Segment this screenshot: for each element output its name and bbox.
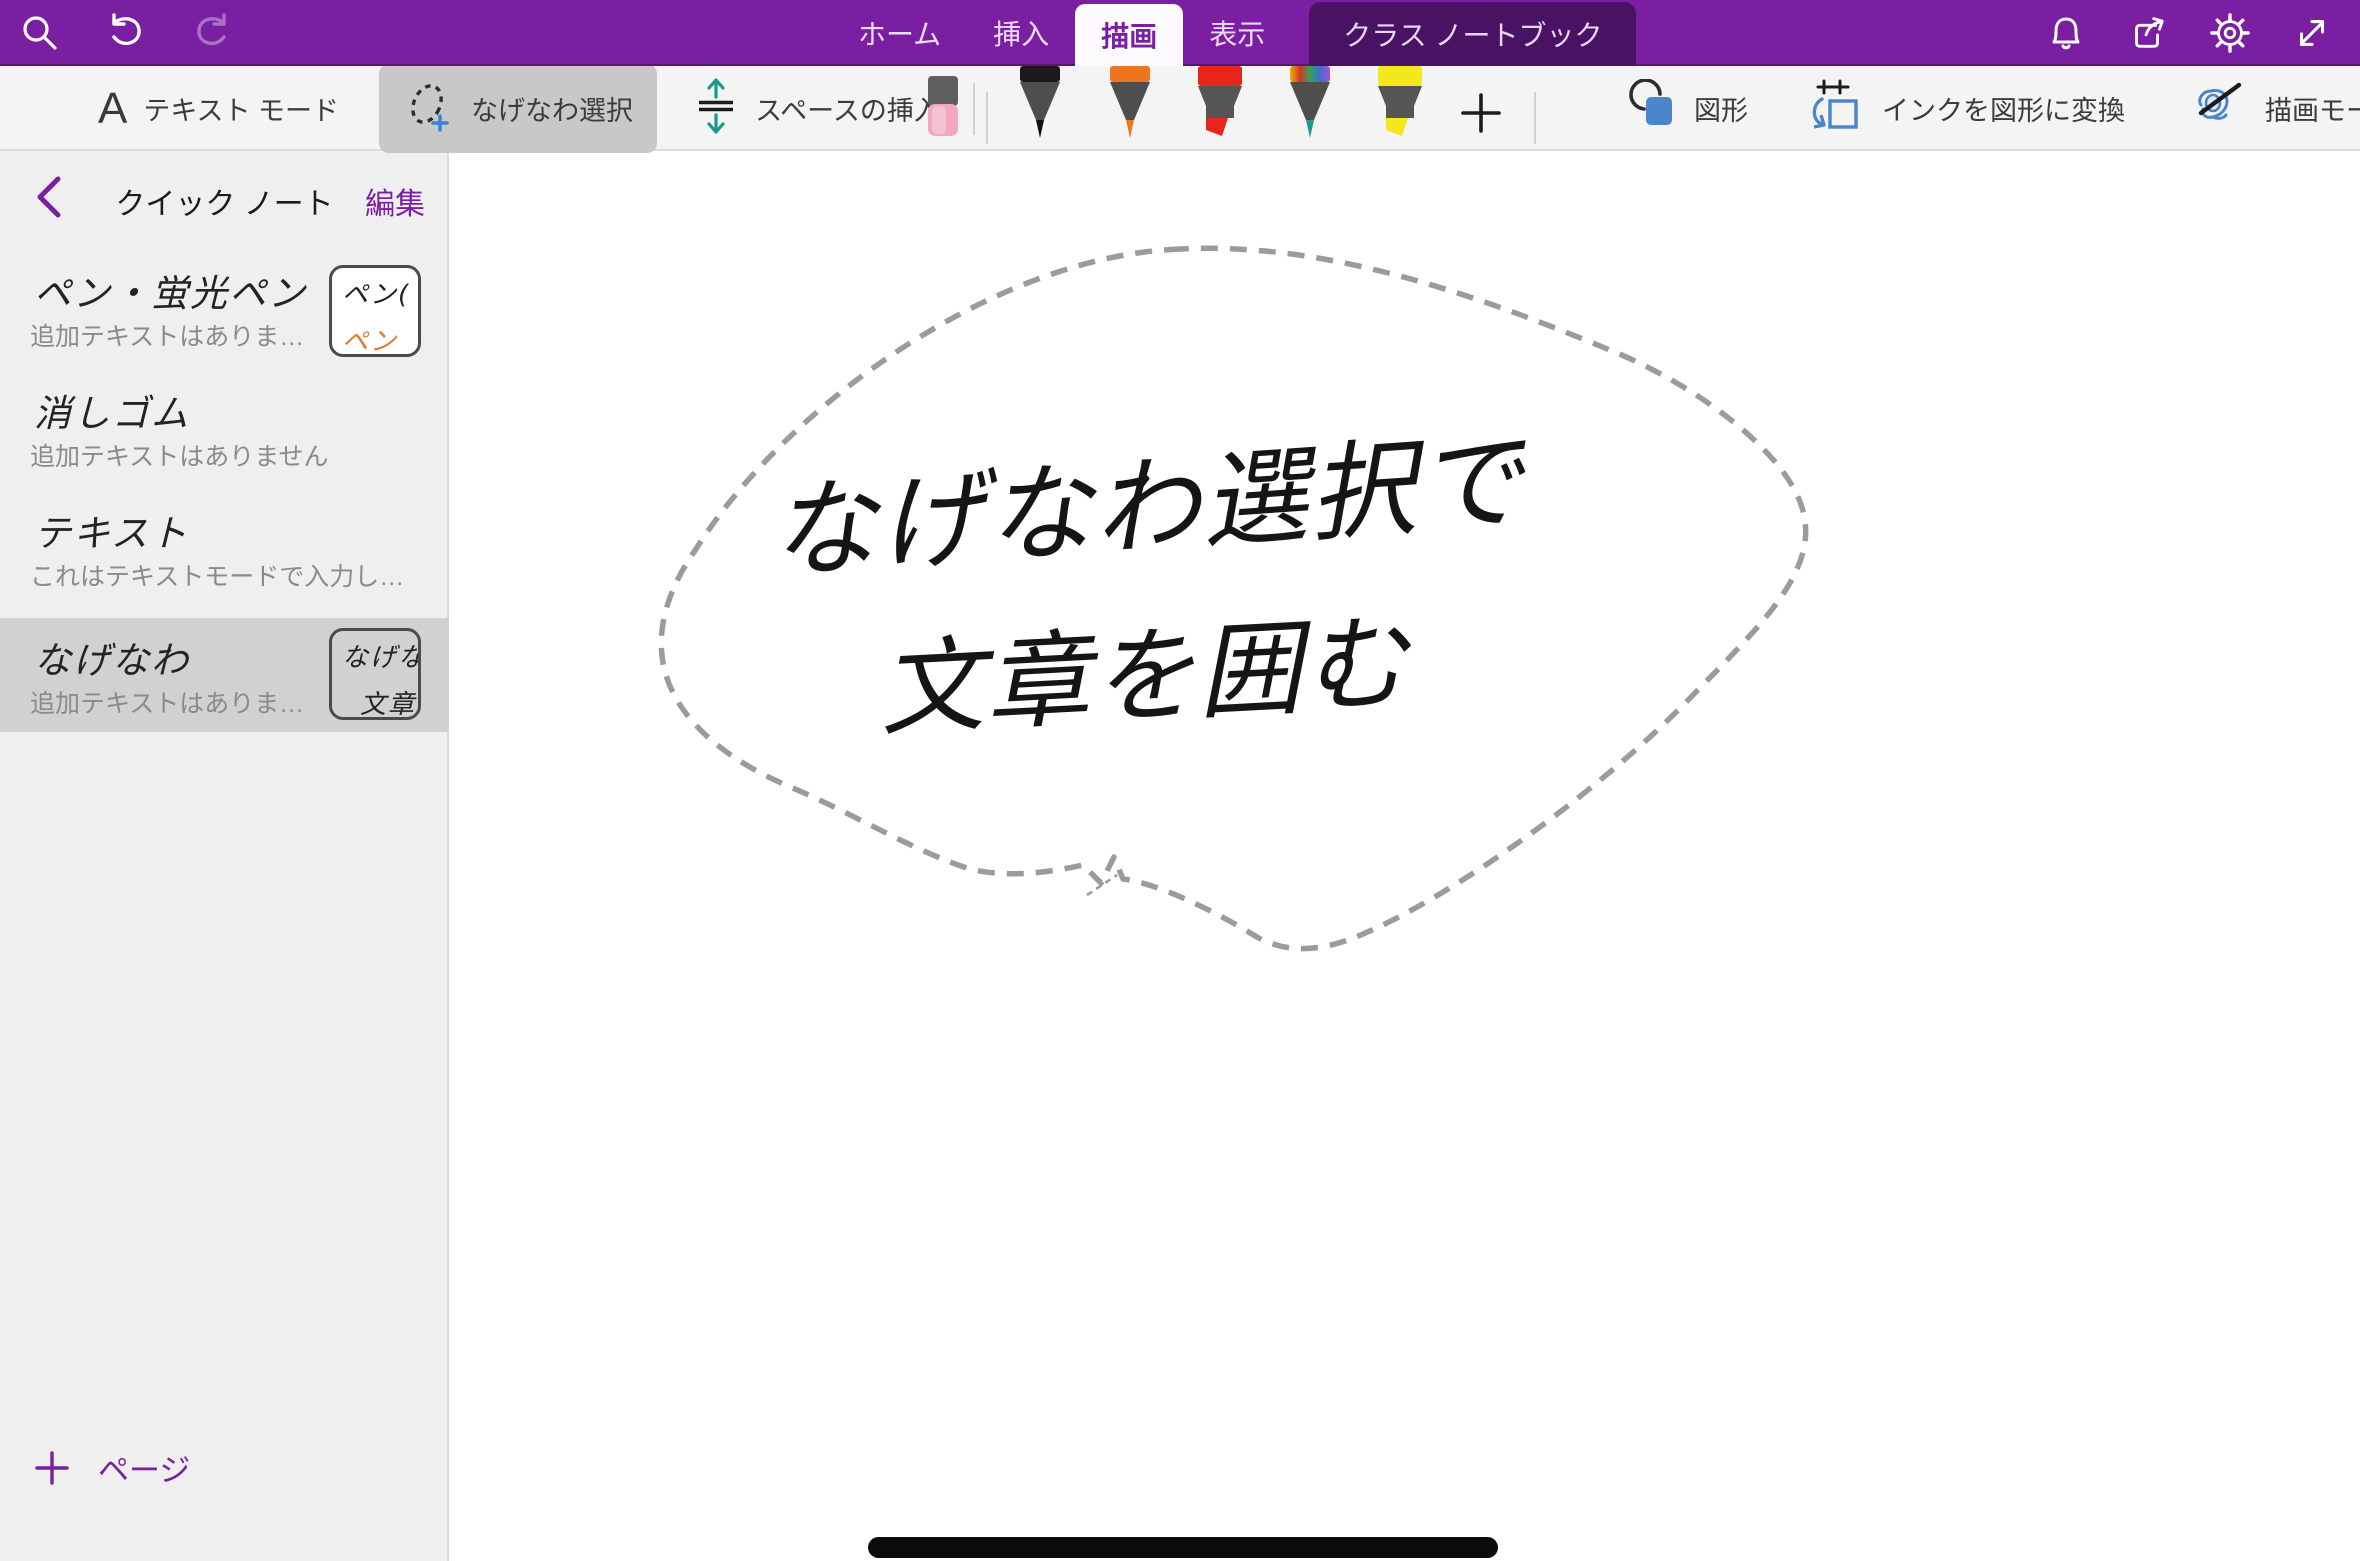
text-mode-icon: A bbox=[98, 87, 127, 131]
lasso-icon bbox=[403, 78, 455, 139]
shapes-button[interactable]: 図形 bbox=[1612, 69, 1762, 148]
orange-pen[interactable] bbox=[1098, 66, 1162, 147]
draw-mode-button[interactable]: 描画モード bbox=[2179, 69, 2360, 148]
ribbon-tabs: ホーム 挿入 描画 表示 クラス ノートブック bbox=[832, 0, 1636, 66]
add-page-label: ページ bbox=[98, 1445, 190, 1490]
draw-toolbar: A テキスト モード なげなわ選択 bbox=[0, 66, 2360, 151]
top-app-bar: ホーム 挿入 描画 表示 クラス ノートブック bbox=[0, 0, 2360, 66]
pen-tray bbox=[920, 66, 1536, 151]
pens-end-divider bbox=[1534, 92, 1536, 144]
redo-icon[interactable] bbox=[190, 11, 234, 55]
page-thumbnail: ペン( ペン bbox=[329, 265, 421, 357]
page-title: なげなわ bbox=[34, 630, 190, 684]
tab-class-notebook[interactable]: クラス ノートブック bbox=[1309, 2, 1636, 66]
text-mode-button[interactable]: A テキスト モード bbox=[84, 77, 353, 141]
sidebar-header: クイック ノート 編集 bbox=[0, 169, 449, 225]
page-subtitle: 追加テキストはありま… bbox=[30, 317, 304, 353]
topbar-left-icons bbox=[18, 0, 234, 66]
insert-space-icon bbox=[693, 77, 739, 140]
lasso-select-label: なげなわ選択 bbox=[471, 89, 633, 128]
home-indicator[interactable] bbox=[868, 1537, 1498, 1558]
page-item-pen-highlighter[interactable]: ペン・蛍光ペン 追加テキストはありま… ペン( ペン bbox=[0, 259, 449, 377]
black-pen[interactable] bbox=[1008, 66, 1072, 147]
yellow-highlighter[interactable] bbox=[1368, 66, 1432, 147]
ink-to-shape-label: インクを図形に変換 bbox=[1882, 89, 2125, 128]
shapes-label: 図形 bbox=[1694, 89, 1748, 128]
pen-tray-divider bbox=[986, 92, 988, 144]
page-subtitle: これはテキストモードで入力し… bbox=[30, 557, 404, 593]
ink-line-2: 文章を囲む bbox=[876, 601, 1416, 751]
fullscreen-icon[interactable] bbox=[2290, 11, 2334, 55]
page-thumbnail: なげな 文章を bbox=[329, 628, 421, 720]
tab-home[interactable]: ホーム bbox=[832, 0, 967, 66]
undo-icon[interactable] bbox=[104, 11, 148, 55]
tab-view[interactable]: 表示 bbox=[1183, 0, 1291, 66]
page-item-eraser[interactable]: 消しゴム 追加テキストはありません bbox=[0, 379, 449, 489]
notifications-icon[interactable] bbox=[2044, 11, 2088, 55]
lasso-select-button[interactable]: なげなわ選択 bbox=[379, 64, 657, 153]
plus-icon bbox=[34, 1450, 70, 1486]
tab-insert[interactable]: 挿入 bbox=[967, 0, 1075, 66]
insert-space-button[interactable]: スペースの挿入 bbox=[679, 67, 955, 150]
page-subtitle: 追加テキストはありません bbox=[30, 437, 329, 473]
page-title: ペン・蛍光ペン bbox=[34, 263, 307, 317]
onenote-draw-screen: ホーム 挿入 描画 表示 クラス ノートブック bbox=[0, 0, 2360, 1561]
note-canvas[interactable]: なげなわ選択で 文章を囲む bbox=[451, 151, 2360, 1561]
page-subtitle: 追加テキストはありま… bbox=[30, 684, 304, 720]
tab-draw[interactable]: 描画 bbox=[1075, 4, 1183, 66]
edit-button[interactable]: 編集 bbox=[365, 179, 425, 223]
page-list-sidebar: クイック ノート 編集 ペン・蛍光ペン 追加テキストはありま… ペン( ペン 消… bbox=[0, 151, 449, 1561]
page-item-text[interactable]: テキスト これはテキストモードで入力し… bbox=[0, 499, 449, 609]
add-page-button[interactable]: ページ bbox=[34, 1445, 190, 1490]
red-highlighter[interactable] bbox=[1188, 66, 1252, 147]
eraser-tool[interactable] bbox=[920, 76, 966, 147]
ink-to-shape-button[interactable]: インクを図形に変換 bbox=[1794, 67, 2139, 150]
page-title: テキスト bbox=[34, 503, 189, 557]
insert-space-label: スペースの挿入 bbox=[755, 89, 941, 128]
search-icon[interactable] bbox=[18, 11, 62, 55]
text-mode-label: テキスト モード bbox=[143, 89, 339, 128]
settings-icon[interactable] bbox=[2208, 11, 2252, 55]
lasso-selection-outline[interactable] bbox=[661, 248, 1805, 948]
draw-mode-icon bbox=[2193, 79, 2249, 138]
rainbow-pen[interactable] bbox=[1278, 66, 1342, 147]
topbar-right-icons bbox=[2044, 0, 2334, 66]
page-item-lasso[interactable]: なげなわ 追加テキストはありま… なげな 文章を bbox=[0, 618, 449, 732]
add-pen-icon[interactable] bbox=[1458, 90, 1504, 141]
draw-mode-label: 描画モード bbox=[2265, 89, 2360, 128]
ink-line-1: なげなわ選択で bbox=[766, 419, 1533, 595]
handwritten-ink[interactable]: なげなわ選択で 文章を囲む bbox=[766, 419, 1533, 751]
share-icon[interactable] bbox=[2126, 11, 2170, 55]
page-title: 消しゴム bbox=[34, 383, 190, 437]
shapes-icon bbox=[1626, 79, 1678, 138]
ink-to-shape-icon bbox=[1808, 77, 1866, 140]
